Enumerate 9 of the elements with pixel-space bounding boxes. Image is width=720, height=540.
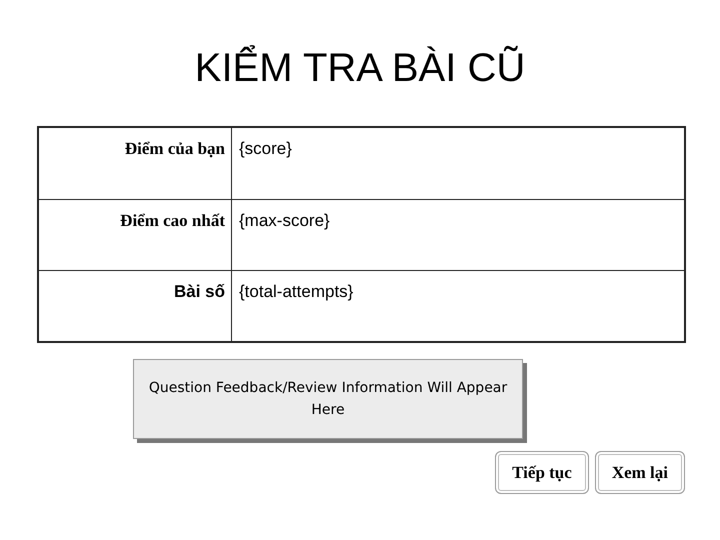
continue-button[interactable]: Tiếp tục	[495, 451, 589, 494]
result-label: Điểm cao nhất	[39, 200, 232, 270]
result-value: {total-attempts}	[238, 281, 354, 303]
result-label: Bài số	[39, 271, 232, 341]
result-value: {max-score}	[238, 210, 330, 232]
result-value: {score}	[238, 138, 292, 160]
result-label: Điểm của bạn	[39, 128, 232, 199]
slide-title: KIỂM TRA BÀI CŨ	[194, 44, 526, 92]
review-button[interactable]: Xem lại	[594, 451, 685, 494]
